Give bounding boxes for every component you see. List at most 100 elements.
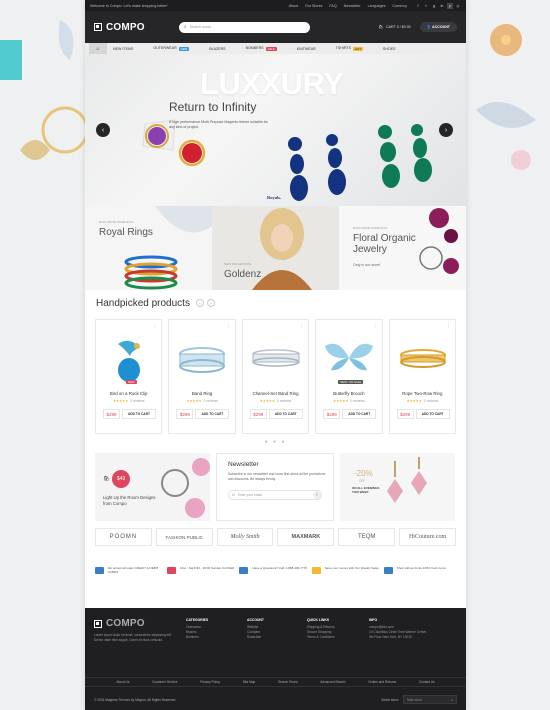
nav-item-shoes[interactable]: SHOES	[383, 47, 396, 51]
footer-link-contact[interactable]: Contact Us	[419, 680, 435, 684]
product-image	[325, 343, 374, 371]
topbar-link-about[interactable]: About	[289, 4, 298, 8]
brand-logo[interactable]: FASHION·PUBLIC	[155, 528, 213, 546]
promo-title: Royal Rings	[99, 227, 153, 238]
footer-link-privacy[interactable]: Privacy Policy	[200, 680, 220, 684]
topbar-link-faq[interactable]: FAQ	[329, 4, 336, 8]
brand-logo[interactable]: TEQM	[338, 528, 396, 546]
product-name[interactable]: Bird on a Rock Clip	[96, 391, 161, 396]
footer-link[interactable]: Terms & Conditions	[307, 635, 335, 640]
next-arrow-icon[interactable]: ›	[206, 299, 215, 307]
search-icon[interactable]: ⌕	[184, 24, 187, 30]
feature-item: Shop without limits 100% fresh items	[383, 566, 456, 582]
footer-link-advanced-search[interactable]: Advanced Search	[320, 680, 345, 684]
nav-item-bombers[interactable]: BOMBERS SALE	[245, 46, 277, 51]
add-to-cart-button[interactable]: ADD TO CART	[122, 409, 156, 419]
brand-logo[interactable]: HiCouture.com	[399, 528, 456, 546]
product-name[interactable]: Channel-Set Band Ring	[243, 391, 308, 396]
store-label: Select store:	[381, 697, 399, 702]
search-input[interactable]: ⌕ Search some...	[178, 21, 310, 33]
more-options-icon[interactable]: ⋮	[299, 323, 304, 329]
linkedin-icon[interactable]: in	[439, 3, 445, 9]
more-options-icon[interactable]: ⋮	[152, 323, 157, 329]
account-button[interactable]: 👤 ACCOUNT	[419, 22, 457, 32]
topbar-link-stores[interactable]: Our Stores	[305, 4, 322, 8]
nav-item-new-items[interactable]: NEW ITEMS	[113, 47, 133, 51]
product-card[interactable]: ⋮ NEW / ON SALE Butterfly Brooch ★★★★★ 0 …	[315, 319, 383, 434]
brand-logo[interactable]: Molly Smith	[216, 528, 274, 546]
banner-text: Light Up the Room Designs from Compo	[103, 495, 156, 506]
language-dropdown[interactable]: Languages	[368, 4, 386, 8]
add-to-cart-button[interactable]: ADD TO CART	[195, 409, 230, 419]
logo-mark-icon	[94, 619, 102, 628]
footer-link-search-terms[interactable]: Search Terms	[278, 680, 298, 684]
instagram-icon[interactable]: ◎	[455, 3, 461, 9]
promo-goldenz[interactable]: New collection Goldenz	[212, 206, 339, 290]
product-image	[252, 349, 300, 367]
add-to-cart-button[interactable]: ADD TO CART	[268, 409, 303, 419]
footer-links-bar: About Us Customer Service Privacy Policy…	[85, 677, 466, 687]
footer-link[interactable]: Bombers	[186, 635, 208, 640]
brand-logo[interactable]: POOMN	[95, 528, 152, 546]
prev-arrow-icon[interactable]: ‹	[195, 299, 204, 307]
sale-banner[interactable]: -20% OFF ON ALL EVENINGS THIS WEEK	[340, 453, 455, 521]
logo[interactable]: COMPO	[94, 22, 145, 33]
slider-next-button[interactable]: ›	[439, 123, 453, 137]
promo-royal-rings[interactable]: Exclusive products Royal Rings	[85, 206, 212, 290]
footer-link-customer-service[interactable]: Customer Service	[152, 680, 177, 684]
product-card[interactable]: ⋮ Band Ring ★★★★★ 0 reviews $299 ADD TO C…	[168, 319, 236, 434]
footer-link-sitemap[interactable]: Site Map	[243, 680, 256, 684]
nav-badge-new: NEW	[178, 46, 190, 51]
pinterest-icon[interactable]: p	[447, 2, 453, 9]
product-name[interactable]: Rope Two-Row Ring	[390, 391, 455, 396]
promo-title: Floral Organic Jewelry	[353, 233, 416, 255]
promo-kicker: Exclusive products	[353, 226, 388, 230]
credit-card-icon	[95, 567, 104, 574]
product-card[interactable]: ⋮ Channel-Set Band Ring ★★★★★ 0 reviews $…	[241, 319, 310, 434]
nav-item-outerwear[interactable]: OUTERWEAR NEW	[153, 46, 190, 51]
brand-logos: POOMN FASHION·PUBLIC Molly Smith MAXMARK…	[85, 528, 466, 546]
subscribe-button[interactable]: ›	[313, 491, 321, 499]
carousel-pager[interactable]: ● ● ●	[85, 439, 466, 445]
product-image	[399, 349, 446, 368]
home-icon[interactable]: ⌂	[89, 43, 107, 54]
light-up-banner[interactable]: 🛍 $49 Light Up the Room Designs from Com…	[95, 453, 210, 521]
product-name[interactable]: Band Ring	[169, 391, 234, 396]
currency-dropdown[interactable]: Currency	[392, 4, 407, 8]
brand-logo[interactable]: MAXMARK	[277, 528, 335, 546]
nav-item-knitwear[interactable]: KNITWEAR	[297, 47, 316, 51]
product-card[interactable]: ⋮ NEW Bird on a Rock Clip ★★★★★ 0 reviews…	[95, 319, 163, 434]
topbar-link-newsletter[interactable]: Newsletter	[344, 4, 361, 8]
more-options-icon[interactable]: ⋮	[373, 323, 378, 329]
product-name[interactable]: Butterfly Brooch	[316, 391, 381, 396]
sale-text: ON ALL EVENINGS THIS WEEK	[352, 486, 380, 494]
footer-link-about[interactable]: About Us	[116, 680, 129, 684]
nav-item-blazers[interactable]: BLAZERS	[209, 47, 225, 51]
add-to-cart-button[interactable]: ADD TO CART	[415, 409, 450, 419]
footer-link-orders[interactable]: Orders and Returns	[368, 680, 396, 684]
footer-link[interactable]: Subscribe	[247, 635, 264, 640]
product-price: $299	[176, 409, 194, 419]
facebook-icon[interactable]: f	[415, 3, 421, 9]
slider-prev-button[interactable]: ‹	[96, 123, 110, 137]
footer-logo[interactable]: COMPO	[94, 618, 145, 629]
google-icon[interactable]: g	[431, 3, 437, 9]
more-options-icon[interactable]: ⋮	[226, 323, 231, 329]
store-dropdown[interactable]: Main store ▾	[403, 695, 457, 704]
add-to-cart-button[interactable]: ADD TO CART	[342, 409, 377, 419]
product-card[interactable]: ⋮ Rope Two-Row Ring ★★★★★ 0 reviews $299 …	[388, 319, 457, 434]
nav-item-tshirts[interactable]: TSHIRTS HOT	[336, 46, 363, 51]
newsletter-email-field[interactable]: ✉ Enter your email	[228, 490, 322, 500]
cart-button[interactable]: 🛍 CART 0 / $0.00	[378, 25, 410, 29]
nav-label: BOMBERS	[245, 46, 264, 51]
promo-floral[interactable]: Exclusive products Floral Organic Jewelr…	[339, 206, 466, 290]
twitter-icon[interactable]: t	[423, 3, 429, 9]
bag-icon: 🛍	[103, 476, 110, 482]
main-nav: ⌂ NEW ITEMS OUTERWEAR NEW BLAZERS BOMBERS…	[85, 43, 466, 54]
footer-heading: QUICK LINKS	[307, 618, 330, 622]
footer-heading: CATEGORIES	[186, 618, 209, 622]
product-image	[179, 347, 226, 373]
more-options-icon[interactable]: ⋮	[446, 323, 451, 329]
product-rating: ★★★★★ 0 reviews	[259, 399, 292, 403]
product-list: ⋮ NEW Bird on a Rock Clip ★★★★★ 0 reviews…	[85, 319, 466, 434]
